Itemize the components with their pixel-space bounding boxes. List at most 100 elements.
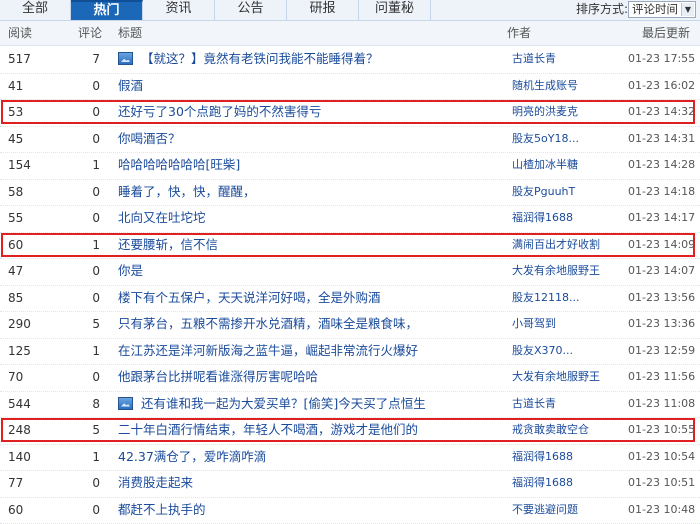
post-title-text: 楼下有个五保户，天天说洋河好喝，全是外购酒 — [118, 290, 381, 305]
read-count: 45 — [8, 126, 23, 152]
author-link[interactable]: 股友5oY18... — [512, 126, 579, 152]
image-icon — [118, 52, 133, 65]
author-link[interactable]: 福润得1688 — [512, 205, 573, 231]
post-title-link[interactable]: 北向又在吐坨坨 — [118, 205, 206, 231]
comment-count: 5 — [78, 417, 100, 443]
read-count: 55 — [8, 205, 23, 231]
post-title-link[interactable]: 在江苏还是洋河新版海之蓝牛逼，崛起非常流行火爆好 — [118, 338, 418, 364]
last-updated: 01-23 14:32 — [628, 99, 695, 125]
tab-ask-secretary[interactable]: 问董秘 — [359, 0, 431, 20]
post-title-link[interactable]: 只有茅台，五粮不需掺开水兑酒精，酒味全是粮食味， — [118, 311, 418, 337]
post-title-text: 只有茅台，五粮不需掺开水兑酒精，酒味全是粮食味， — [118, 316, 418, 331]
author-link[interactable]: 不要逃避问题 — [512, 497, 578, 523]
author-link[interactable]: 戒贪敢卖敢空仓 — [512, 417, 589, 443]
tab-research[interactable]: 研报 — [287, 0, 359, 20]
chevron-down-icon: ▼ — [681, 3, 694, 16]
author-link[interactable]: 股友12118... — [512, 285, 579, 311]
column-author: 作者 — [507, 21, 531, 45]
post-title-text: 42.37满仓了，爱咋滴咋滴 — [118, 449, 266, 464]
read-count: 154 — [8, 152, 31, 178]
read-count: 248 — [8, 417, 31, 443]
comment-count: 0 — [78, 364, 100, 390]
table-row: 47 0 你是 大发有余地服野王 01-23 14:07 — [0, 258, 700, 286]
last-updated: 01-23 14:28 — [628, 152, 695, 178]
tab-hot[interactable]: 热门 — [71, 0, 143, 20]
last-updated: 01-23 10:51 — [628, 470, 695, 496]
post-title-link[interactable]: 都赶不上执手的 — [118, 497, 206, 523]
post-title-text: 北向又在吐坨坨 — [118, 210, 206, 225]
comment-count: 1 — [78, 152, 100, 178]
last-updated: 01-23 17:55 — [628, 46, 695, 72]
post-title-link[interactable]: 睡着了，快，快，醒醒， — [118, 179, 256, 205]
read-count: 53 — [8, 99, 23, 125]
post-title-link[interactable]: 还要腰斩，信不信 — [118, 232, 218, 258]
post-title-link[interactable]: 他跟茅台比拼呢看谁涨得厉害呢哈哈 — [118, 364, 318, 390]
post-title-text: 在江苏还是洋河新版海之蓝牛逼，崛起非常流行火爆好 — [118, 343, 418, 358]
table-row: 700他跟茅台比拼呢看谁涨得厉害呢哈哈大发有余地服野王01-23 11:56 — [0, 364, 700, 392]
last-updated: 01-23 14:31 — [628, 126, 695, 152]
comment-count: 0 — [78, 258, 100, 284]
post-title-link[interactable]: 楼下有个五保户，天天说洋河好喝，全是外购酒 — [118, 285, 381, 311]
read-count: 47 — [8, 258, 23, 284]
author-link[interactable]: 山楂加冰半糖 — [512, 152, 578, 178]
post-title-link[interactable]: 你喝酒否？ — [118, 126, 181, 152]
author-link[interactable]: 古道长青 — [512, 391, 556, 417]
post-title-link[interactable]: 假酒 — [118, 73, 143, 99]
last-updated: 01-23 14:07 — [628, 258, 695, 284]
author-link[interactable]: 大发有余地服野王 — [512, 364, 600, 390]
post-title-text: 【就这？】竟然有老铁问我能不能睡得着？ — [141, 51, 379, 66]
post-title-link[interactable]: 哈哈哈哈哈哈哈[旺柴] — [118, 152, 240, 178]
read-count: 60 — [8, 497, 23, 523]
tab-announcements[interactable]: 公告 — [215, 0, 287, 20]
table-row: 550北向又在吐坨坨福润得168801-23 14:17 — [0, 205, 700, 233]
read-count: 77 — [8, 470, 23, 496]
post-title-link[interactable]: 42.37满仓了，爱咋滴咋滴 — [118, 444, 266, 470]
tab-bar: 全部 热门 资讯 公告 研报 问董秘 排序方式: 评论时间 ▼ — [0, 0, 700, 21]
author-link[interactable]: 古道长青 — [512, 46, 556, 72]
author-link[interactable]: 股友PguuhT — [512, 179, 575, 205]
comment-count: 0 — [78, 497, 100, 523]
table-row: 410假酒随机生成账号01-23 16:02 — [0, 73, 700, 101]
read-count: 85 — [8, 285, 23, 311]
table-row: 450你喝酒否？股友5oY18...01-23 14:31 — [0, 126, 700, 154]
last-updated: 01-23 14:09 — [628, 232, 695, 258]
comment-count: 0 — [78, 470, 100, 496]
table-row: 140142.37满仓了，爱咋滴咋滴福润得168801-23 10:54 — [0, 444, 700, 472]
post-title-link[interactable]: 【就这？】竟然有老铁问我能不能睡得着？ — [118, 46, 379, 72]
read-count: 290 — [8, 311, 31, 337]
comment-count: 8 — [78, 391, 100, 417]
last-updated: 01-23 14:18 — [628, 179, 695, 205]
table-row: 850楼下有个五保户，天天说洋河好喝，全是外购酒股友12118...01-23 … — [0, 285, 700, 313]
table-row: 580睡着了，快，快，醒醒，股友PguuhT01-23 14:18 — [0, 179, 700, 207]
author-link[interactable]: 股友X370... — [512, 338, 573, 364]
post-title-link[interactable]: 还好亏了30个点跑了妈的不然害得亏 — [118, 99, 321, 125]
post-title-link[interactable]: 你是 — [118, 258, 143, 284]
author-link[interactable]: 随机生成账号 — [512, 73, 578, 99]
sort-select[interactable]: 评论时间 ▼ — [628, 1, 696, 18]
author-link[interactable]: 大发有余地服野王 — [512, 258, 600, 284]
author-link[interactable]: 明亮的洪麦克 — [512, 99, 578, 125]
author-link[interactable]: 满闹百出才好收割 — [512, 232, 600, 258]
last-updated: 01-23 16:02 — [628, 73, 695, 99]
table-row: 248 5 二十年白酒行情结束，年轻人不喝酒，游戏才是他们的 戒贪敢卖敢空仓 01-23… — [0, 417, 700, 445]
post-title-link[interactable]: 二十年白酒行情结束，年轻人不喝酒，游戏才是他们的 — [118, 417, 418, 443]
table-row: 53 0 还好亏了30个点跑了妈的不然害得亏 明亮的洪麦克 01-23 14:32 — [0, 99, 700, 127]
read-count: 544 — [8, 391, 31, 417]
tab-all[interactable]: 全部 — [0, 0, 71, 20]
comment-count: 0 — [78, 205, 100, 231]
post-title-text: 睡着了，快，快，醒醒， — [118, 184, 256, 199]
author-link[interactable]: 小哥驾到 — [512, 311, 556, 337]
author-link[interactable]: 福润得1688 — [512, 470, 573, 496]
last-updated: 01-23 10:55 — [628, 417, 695, 443]
tab-news[interactable]: 资讯 — [143, 0, 215, 20]
last-updated: 01-23 11:08 — [628, 391, 695, 417]
sort-label: 排序方式: — [576, 0, 628, 18]
post-title-text: 还有谁和我一起为大爱买单？[偷笑]今天买了点恒生 — [141, 396, 426, 411]
author-link[interactable]: 福润得1688 — [512, 444, 573, 470]
post-title-link[interactable]: 消费股走起来 — [118, 470, 193, 496]
comment-count: 0 — [78, 99, 100, 125]
comment-count: 0 — [78, 179, 100, 205]
last-updated: 01-23 12:59 — [628, 338, 695, 364]
post-title-link[interactable]: 还有谁和我一起为大爱买单？[偷笑]今天买了点恒生 — [118, 391, 426, 417]
column-updated: 最后更新 — [642, 21, 690, 45]
